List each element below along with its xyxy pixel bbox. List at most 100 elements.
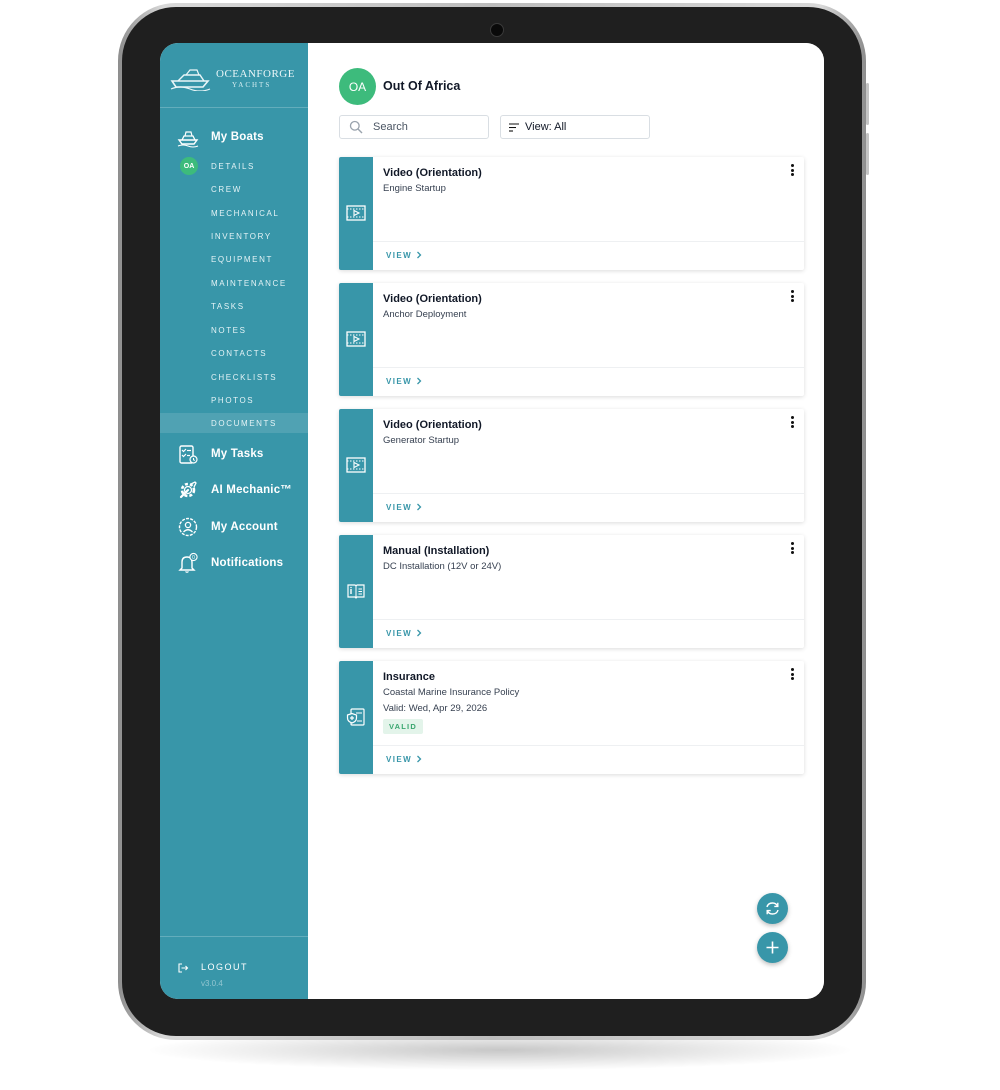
card-subtitle: Anchor Deployment xyxy=(383,309,467,320)
sidebar-subitem-crew[interactable]: CREW xyxy=(160,179,308,199)
more-options-icon[interactable] xyxy=(788,164,796,178)
card-subtitle: Engine Startup xyxy=(383,183,446,194)
document-card[interactable]: Insurance Coastal Marine Insurance Polic… xyxy=(339,661,804,774)
sidebar-subitem-contacts[interactable]: CONTACTS xyxy=(160,343,308,363)
sidebar-subitem-label: TASKS xyxy=(211,301,245,311)
card-title: Video (Orientation) xyxy=(383,419,482,431)
main-content: OA Out Of Africa View: All xyxy=(308,43,824,999)
view-link[interactable]: VIEW xyxy=(386,251,412,260)
account-gear-icon xyxy=(178,517,198,537)
video-icon xyxy=(346,457,366,473)
card-stripe xyxy=(339,283,373,396)
sidebar-subitem-label: NOTES xyxy=(211,325,247,335)
tasks-clipboard-icon xyxy=(179,445,198,464)
sidebar-subitem-checklists[interactable]: CHECKLISTS xyxy=(160,367,308,387)
card-title: Insurance xyxy=(383,671,435,683)
boat-icon xyxy=(177,131,199,148)
logout-icon xyxy=(178,963,189,973)
valid-date: Valid: Wed, Apr 29, 2026 xyxy=(383,703,488,714)
sidebar-item-my-boats[interactable]: My Boats xyxy=(160,122,308,152)
sidebar-subitem-label: DOCUMENTS xyxy=(211,418,277,428)
sidebar-subitem-equipment[interactable]: EQUIPMENT xyxy=(160,249,308,269)
brand-subtitle: YACHTS xyxy=(232,81,272,89)
view-link[interactable]: VIEW xyxy=(386,755,412,764)
document-card[interactable]: Video (Orientation) Anchor Deployment VI… xyxy=(339,283,804,396)
search-box[interactable] xyxy=(339,115,489,139)
sidebar-subitem-documents[interactable]: DOCUMENTS xyxy=(160,413,308,433)
wrench-gear-icon xyxy=(179,481,197,499)
card-divider xyxy=(373,367,804,368)
sidebar-subitem-label: MAINTENANCE xyxy=(211,278,287,288)
card-stripe xyxy=(339,157,373,270)
more-options-icon[interactable] xyxy=(788,668,796,682)
view-link[interactable]: VIEW xyxy=(386,629,412,638)
filter-icon xyxy=(509,123,519,132)
view-filter-label: View: All xyxy=(525,121,567,133)
sidebar-item-ai-mechanic[interactable]: AI Mechanic™ xyxy=(160,475,308,505)
logout-label: LOGOUT xyxy=(201,962,249,972)
card-stripe xyxy=(339,535,373,648)
sidebar-item-label: AI Mechanic™ xyxy=(211,484,293,496)
document-card[interactable]: Video (Orientation) Engine Startup VIEW xyxy=(339,157,804,270)
search-icon xyxy=(349,120,363,134)
bell-icon: 0 xyxy=(178,552,198,573)
notification-count: 0 xyxy=(192,555,195,561)
sidebar-subitem-label: EQUIPMENT xyxy=(211,254,273,264)
app-version: v3.0.4 xyxy=(201,979,223,988)
view-link[interactable]: VIEW xyxy=(386,377,412,386)
more-options-icon[interactable] xyxy=(788,416,796,430)
boat-avatar[interactable]: OA xyxy=(339,68,376,105)
card-subtitle: DC Installation (12V or 24V) xyxy=(383,561,502,572)
sidebar-item-label: My Account xyxy=(211,521,278,533)
sidebar-item-label: My Boats xyxy=(211,131,264,143)
card-divider xyxy=(373,493,804,494)
refresh-icon xyxy=(766,902,779,915)
brand-name: OCEANFORGE xyxy=(216,68,295,80)
volume-up-button xyxy=(866,83,869,125)
sidebar-subitem-tasks[interactable]: TASKS xyxy=(160,296,308,316)
refresh-button[interactable] xyxy=(757,893,788,924)
sidebar-subitem-label: CONTACTS xyxy=(211,348,268,358)
brand-logo: OCEANFORGE YACHTS xyxy=(170,63,300,93)
card-title: Video (Orientation) xyxy=(383,167,482,179)
sidebar-subitem-label: PHOTOS xyxy=(211,395,255,405)
search-input[interactable] xyxy=(373,119,483,135)
chevron-right-icon xyxy=(417,629,422,637)
more-options-icon[interactable] xyxy=(788,290,796,304)
status-badge: VALID xyxy=(383,719,423,734)
camera-icon xyxy=(490,23,504,37)
yacht-logo-icon xyxy=(170,69,211,91)
sidebar-item-my-account[interactable]: My Account xyxy=(160,512,308,542)
sidebar-subitem-notes[interactable]: NOTES xyxy=(160,320,308,340)
sidebar-subitem-inventory[interactable]: INVENTORY xyxy=(160,226,308,246)
document-card[interactable]: Manual (Installation) DC Installation (1… xyxy=(339,535,804,648)
app-screen: OCEANFORGE YACHTS My Boats OA DETAILS CR… xyxy=(160,43,824,999)
sidebar-item-notifications[interactable]: 0 Notifications xyxy=(160,548,308,578)
sidebar-item-my-tasks[interactable]: My Tasks xyxy=(160,439,308,469)
chevron-right-icon xyxy=(417,755,422,763)
card-subtitle: Coastal Marine Insurance Policy xyxy=(383,687,520,698)
sidebar: OCEANFORGE YACHTS My Boats OA DETAILS CR… xyxy=(160,43,308,999)
sidebar-subitem-mechanical[interactable]: MECHANICAL xyxy=(160,203,308,223)
more-options-icon[interactable] xyxy=(788,542,796,556)
add-document-button[interactable] xyxy=(757,932,788,963)
view-link[interactable]: VIEW xyxy=(386,503,412,512)
plus-icon xyxy=(766,941,779,954)
sidebar-subitem-photos[interactable]: PHOTOS xyxy=(160,390,308,410)
logout-button[interactable]: LOGOUT xyxy=(160,959,308,977)
sidebar-subitem-label: INVENTORY xyxy=(211,231,272,241)
card-title: Video (Orientation) xyxy=(383,293,482,305)
card-subtitle: Generator Startup xyxy=(383,435,460,446)
video-icon xyxy=(346,205,366,221)
card-divider xyxy=(373,619,804,620)
video-icon xyxy=(346,331,366,347)
document-card[interactable]: Video (Orientation) Generator Startup VI… xyxy=(339,409,804,522)
card-divider xyxy=(373,745,804,746)
sidebar-divider xyxy=(160,107,308,108)
card-stripe xyxy=(339,409,373,522)
sidebar-item-label: Notifications xyxy=(211,557,284,569)
sidebar-subitem-details[interactable]: OA DETAILS xyxy=(160,156,308,176)
sidebar-subitem-maintenance[interactable]: MAINTENANCE xyxy=(160,273,308,293)
view-filter-dropdown[interactable]: View: All xyxy=(500,115,650,139)
volume-down-button xyxy=(866,133,869,175)
